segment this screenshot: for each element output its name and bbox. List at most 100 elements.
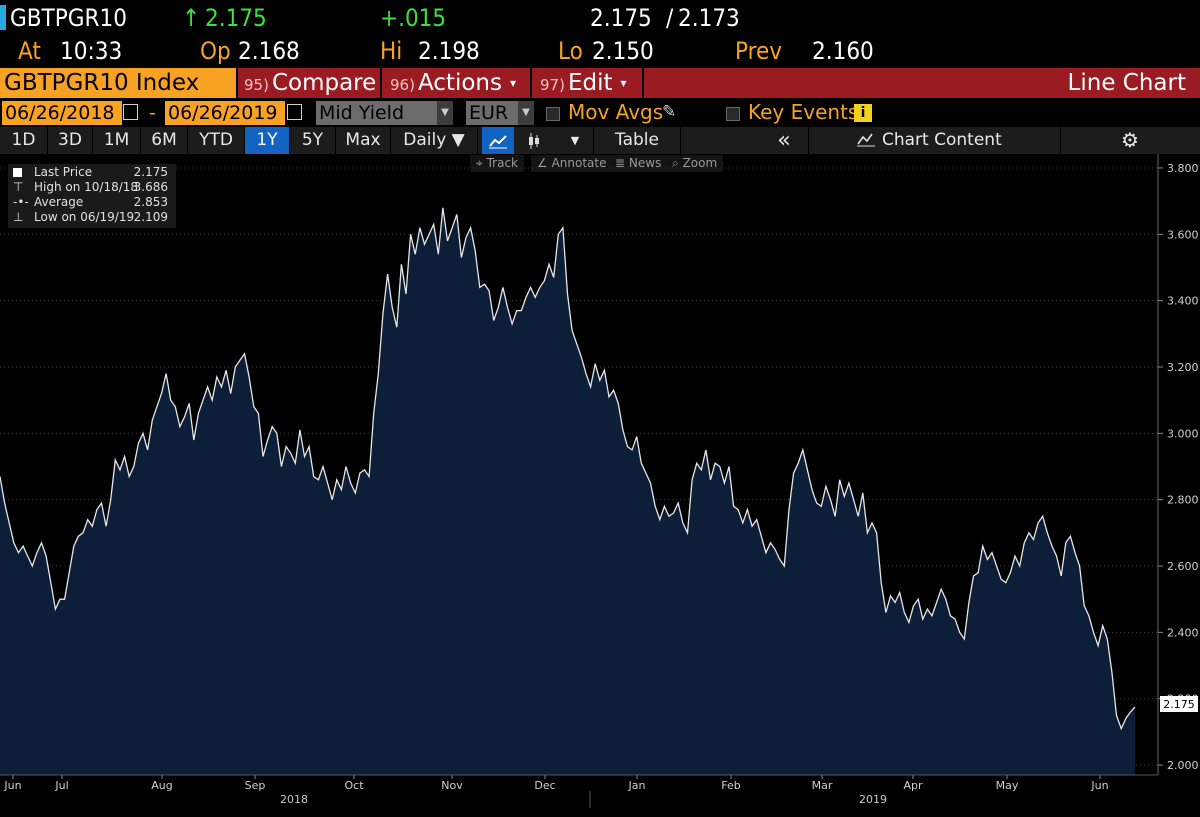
y-axis: 2.0002.2002.4002.6002.8003.0003.2003.400… [1158, 162, 1199, 772]
divider [530, 68, 532, 98]
calendar-icon[interactable] [287, 104, 302, 120]
currency-select[interactable]: EUR [466, 101, 519, 125]
legend-item: ⊤ High on 10/18/18 3.686 [8, 180, 176, 195]
info-icon[interactable]: i [854, 104, 872, 122]
view-title: Line Chart [1067, 70, 1186, 96]
y-tick-label: 2.000 [1167, 759, 1199, 772]
field-value: Mid Yield [319, 102, 405, 124]
low-value: 2.150 [592, 37, 654, 65]
last-price-tag: 2.175 [1160, 696, 1198, 712]
frequency-select[interactable]: Daily ▼ [391, 127, 477, 154]
chevron-down-icon[interactable]: ▼ [437, 101, 453, 125]
line-chart-glyph [489, 135, 507, 149]
x-tick-label: Jul [54, 779, 68, 792]
divider [236, 68, 238, 98]
chart-legend[interactable]: Last Price 2.175 ⊤ High on 10/18/18 3.68… [8, 164, 176, 228]
period-max[interactable]: Max [336, 127, 390, 154]
time-label: At [18, 37, 41, 65]
open-label: Op [200, 37, 231, 65]
start-date-field[interactable]: 06/26/2018 [2, 101, 122, 125]
period-5y[interactable]: 5Y [290, 127, 335, 154]
x-tick-label: Oct [344, 779, 364, 792]
ticker-marker [0, 5, 6, 30]
y-tick-label: 2.600 [1167, 560, 1199, 573]
compare-number: 95) [244, 76, 269, 94]
compare-button[interactable]: 95) Compare [244, 68, 376, 98]
chevron-down-icon[interactable]: ▼ [560, 127, 590, 154]
last-price: 2.175 [205, 4, 267, 32]
actions-label: Actions [417, 70, 502, 96]
high-label: Hi [380, 37, 403, 65]
x-tick-label: Jan [628, 779, 646, 792]
mov-avgs-label: Mov Avgs [568, 100, 664, 124]
ticker[interactable]: GBTPGR10 [10, 3, 127, 33]
chart-content-icon [857, 133, 875, 147]
legend-item: ⊥ Low on 06/19/19 2.109 [8, 210, 176, 225]
up-arrow-icon: ↑ [182, 4, 201, 32]
edit-number: 97) [540, 76, 565, 94]
y-tick-label: 3.800 [1167, 162, 1199, 175]
average-marker-icon: -•- [13, 195, 29, 209]
command-bar: GBTPGR10 Index 95) Compare 96) Actions ▾ 97… [0, 68, 1200, 98]
candlestick-icon[interactable] [518, 127, 550, 154]
chevron-down-icon[interactable]: ▼ [518, 101, 534, 125]
table-button[interactable]: Table [594, 127, 680, 154]
x-tick-label: Dec [534, 779, 555, 792]
period-1d[interactable]: 1D [0, 127, 47, 154]
year-label: 2018 [280, 793, 308, 806]
period-toolbar: 1D 3D 1M 6M YTD 1Y 5Y Max Daily ▼ ▼ Tabl… [0, 127, 1200, 154]
legend-value: 2.853 [133, 195, 168, 209]
key-events-label: Key Events [748, 100, 859, 124]
mov-avgs-checkbox[interactable] [546, 107, 560, 121]
field-select[interactable]: Mid Yield [316, 101, 437, 125]
prev-value: 2.160 [812, 37, 874, 65]
period-6m[interactable]: 6M [141, 127, 187, 154]
line-chart-icon[interactable] [482, 127, 514, 154]
period-ytd[interactable]: YTD [188, 127, 244, 154]
period-3d[interactable]: 3D [48, 127, 92, 154]
x-tick-label: Apr [903, 779, 923, 792]
last-price-tag-label: 2.175 [1163, 698, 1195, 711]
period-1m[interactable]: 1M [93, 127, 140, 154]
high-value: 2.198 [418, 37, 480, 65]
candlestick-glyph [529, 133, 539, 149]
bid-price: 2.175 [590, 4, 652, 32]
chevron-down-icon: ▾ [509, 76, 516, 90]
year-label: 2019 [859, 793, 887, 806]
pencil-icon[interactable]: ✎ [662, 100, 676, 124]
y-tick-label: 2.400 [1167, 626, 1199, 639]
actions-number: 96) [390, 76, 415, 94]
bid-ask-separator: / [666, 4, 674, 32]
legend-label: Last Price [34, 165, 93, 179]
x-tick-label: Aug [151, 779, 172, 792]
gear-icon[interactable]: ⚙ [1110, 127, 1150, 154]
end-date-field[interactable]: 06/26/2019 [165, 101, 285, 125]
chart-content-button[interactable]: Chart Content [856, 127, 1006, 154]
key-events-checkbox[interactable] [726, 107, 740, 121]
security-box[interactable]: GBTPGR10 Index [0, 68, 236, 98]
yield-chart[interactable]: 2.0002.2002.4002.6002.8003.0003.2003.400… [0, 154, 1200, 817]
y-tick-label: 3.600 [1167, 228, 1199, 241]
x-tick-label: Nov [441, 779, 463, 792]
collapse-icon[interactable]: « [764, 127, 804, 154]
quote-time: 10:33 [60, 37, 123, 65]
quote-header: GBTPGR10 ↑ 2.175 +.015 2.175 / 2.173 At … [0, 0, 1200, 68]
actions-button[interactable]: 96) Actions ▾ [390, 68, 516, 98]
start-date: 06/26/2018 [5, 102, 115, 124]
date-dash: - [149, 102, 156, 124]
compare-label: Compare [271, 70, 377, 96]
calendar-icon[interactable] [123, 104, 138, 120]
ask-price: 2.173 [678, 4, 740, 32]
x-tick-label: Sep [245, 779, 266, 792]
security-name[interactable]: GBTPGR10 Index [4, 68, 199, 98]
x-tick-label: Mar [812, 779, 833, 792]
chart-content-label: Chart Content [882, 130, 1002, 150]
chevron-down-icon: ▾ [620, 76, 627, 90]
legend-value: 3.686 [133, 180, 168, 194]
edit-button[interactable]: 97) Edit ▾ [540, 68, 627, 98]
legend-label: Low on 06/19/19 [34, 210, 135, 224]
high-marker-icon: ⊤ [13, 180, 24, 194]
y-tick-label: 2.800 [1167, 494, 1199, 507]
low-marker-icon: ⊥ [13, 210, 24, 224]
period-1y[interactable]: 1Y [245, 127, 289, 154]
